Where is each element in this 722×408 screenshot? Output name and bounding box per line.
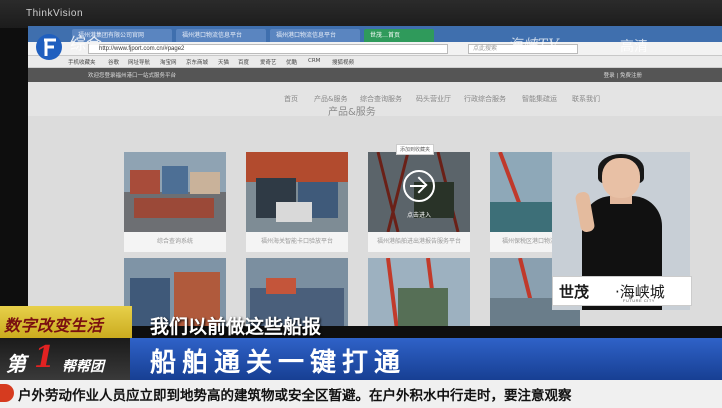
ticker-text: 户外劳动作业人员应立即到地势高的建筑物或安全区暂避。在户外积水中行走时，要注意观… [18,388,572,404]
bookmarks-bar: 手机收藏夹 谷歌 网址导航 淘宝网 京东商城 天猫 百度 爱奇艺 优酷 CRM … [28,56,722,68]
bookmark-item[interactable]: 天猫 [218,58,229,66]
nav-item-contact[interactable]: 联系我们 [572,94,600,104]
station-logo-icon [36,34,62,60]
product-card-hovered[interactable]: 点击进入 福州港船舶进出港报告服务平台 [368,152,470,252]
browser-tab[interactable]: 福州港口物流信息平台 [270,29,360,42]
nav-item-terminal[interactable]: 码头营业厅 [416,94,451,104]
interpreter-head [602,158,640,198]
product-image [124,152,226,232]
sponsor-logo: 世茂 ·海峡城 FUTURE CITY [552,276,692,306]
bookmark-item[interactable]: 搜狐视频 [332,58,354,66]
browser-tab-active[interactable]: 世茂…首页 [364,29,434,42]
browser-tab[interactable]: 福州港口物流信息平台 [176,29,266,42]
add-to-favorites-button[interactable]: 添加到收藏夹 [396,144,435,155]
nav-item-admin[interactable]: 行政综合服务 [464,94,506,104]
bookmark-item[interactable]: 淘宝网 [160,58,177,66]
nav-item-home[interactable]: 首页 [284,94,298,104]
product-caption: 福州港船舶进出港报告服务平台 [376,238,461,245]
sponsor-part1: 世茂 [559,283,590,301]
nav-item-logistics[interactable]: 智能集疏运 [522,94,557,104]
bookmark-item[interactable]: 网址导航 [128,58,150,66]
channel-watermark: 海峡TV [508,37,560,53]
address-bar-row: http://www.fjport.com.cn/#page2 点此搜索 [28,42,722,56]
product-image: 点击进入 [368,152,470,232]
bookmark-item[interactable]: 手机收藏夹 [68,58,96,66]
product-caption: 福州海关智能卡口验放平台 [260,238,333,245]
bookmark-item[interactable]: 京东商城 [186,58,208,66]
product-image [246,152,348,232]
video-frame: ThinkVision 福州港集团有限公司官网 福州港口物流信息平台 福州港口物… [0,0,722,408]
segment-prefix: 第 [6,352,26,376]
segment-suffix: 帮帮团 [62,359,104,375]
bookmark-item[interactable]: CRM [308,58,320,64]
login-links[interactable]: 登录 | 免费注册 [604,71,642,79]
click-to-enter-label: 点击进入 [406,212,431,219]
hd-watermark: 高清 [620,39,648,55]
bookmark-item[interactable]: 优酷 [286,58,297,66]
site-welcome-text: 欢迎您登录福州港口一站式服务平台 [88,73,177,79]
station-logo-text: 综合 [70,34,103,53]
monitor-bezel: ThinkVision [0,0,722,28]
browser-tab-strip: 福州港集团有限公司官网 福州港口物流信息平台 福州港口物流信息平台 世茂…首页 [28,26,722,42]
product-card[interactable]: 综合查询系统 [124,152,226,252]
speech-subtitle: 我们以前做这些船报 [150,316,322,338]
monitor-brand: ThinkVision [26,8,84,19]
interpreter-hand [574,191,596,233]
arrow-right-icon[interactable] [403,170,435,202]
segment-number: 1 [34,340,55,375]
program-name: 数字改变生活 [4,316,104,335]
bookmark-item[interactable]: 谷歌 [108,58,119,66]
bookmark-item[interactable]: 百度 [238,58,249,66]
product-card[interactable] [368,258,470,326]
section-title: 产品&服务 [328,107,376,118]
news-headline: 船舶通关一键打通 [150,348,407,378]
product-caption: 综合查询系统 [156,238,193,245]
sponsor-tagline: FUTURE CITY [623,298,655,303]
product-image [368,258,470,326]
site-top-bar: 欢迎您登录福州港口一站式服务平台 登录 | 免费注册 [28,68,722,82]
address-input[interactable]: http://www.fjport.com.cn/#page2 [88,44,448,54]
bookmark-item[interactable]: 爱奇艺 [260,58,277,66]
program-tag: 数字改变生活 [0,306,132,340]
product-card[interactable]: 福州海关智能卡口验放平台 [246,152,348,252]
